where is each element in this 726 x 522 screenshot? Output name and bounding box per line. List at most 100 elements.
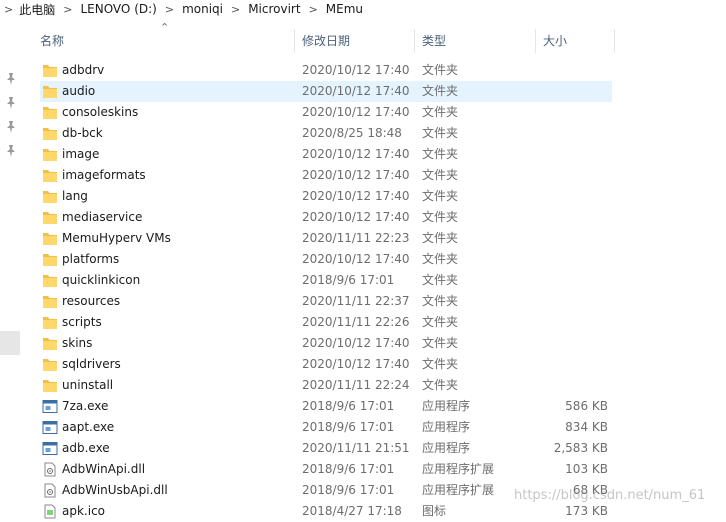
folder-icon <box>42 231 58 246</box>
folder-icon <box>42 147 58 162</box>
file-row[interactable]: adbdrv 2020/10/12 17:40 文件夹 <box>40 60 612 81</box>
pin-icon[interactable] <box>5 72 17 86</box>
file-name: imageformats <box>62 168 146 182</box>
file-size <box>488 291 608 312</box>
column-header-name[interactable]: 名称 <box>32 29 302 53</box>
file-name: adbdrv <box>62 63 105 77</box>
file-name: apk.ico <box>62 504 106 518</box>
file-row[interactable]: skins 2020/10/12 17:40 文件夹 <box>40 333 612 354</box>
column-divider[interactable] <box>614 29 615 53</box>
breadcrumb-separator[interactable]: > <box>157 3 182 16</box>
breadcrumb-segment-moniqi[interactable]: moniqi <box>182 2 223 16</box>
file-modified-date: 2020/10/12 17:40 <box>302 84 410 98</box>
file-row[interactable]: apk.ico 2018/4/27 17:18 图标 173 KB <box>40 501 612 522</box>
column-header-date[interactable]: 修改日期 <box>294 29 414 53</box>
file-row[interactable]: AdbWinApi.dll 2018/9/6 17:01 应用程序扩展 103 KB <box>40 459 612 480</box>
file-modified-date: 2018/9/6 17:01 <box>302 462 395 476</box>
file-size <box>488 333 608 354</box>
file-type: 文件夹 <box>422 357 459 371</box>
column-header-size[interactable]: 大小 <box>535 29 615 53</box>
file-type: 应用程序扩展 <box>422 462 495 476</box>
file-name: adb.exe <box>62 441 110 455</box>
file-modified-date: 2018/4/27 17:18 <box>302 504 402 518</box>
file-modified-date: 2020/11/11 22:24 <box>302 378 410 392</box>
file-type: 文件夹 <box>422 294 459 308</box>
file-type: 图标 <box>422 504 447 518</box>
chevron-right-icon[interactable]: > <box>0 3 19 16</box>
column-header-type[interactable]: 类型 <box>414 29 534 53</box>
file-name: audio <box>62 84 96 98</box>
folder-icon <box>42 210 58 225</box>
file-size <box>488 144 608 165</box>
file-type: 文件夹 <box>422 147 459 161</box>
navigation-pane <box>0 18 20 515</box>
file-size <box>488 228 608 249</box>
file-name: AdbWinUsbApi.dll <box>62 483 168 497</box>
dll-icon <box>42 483 58 498</box>
file-name: MemuHyperv VMs <box>62 231 171 245</box>
file-row[interactable]: imageformats 2020/10/12 17:40 文件夹 <box>40 165 612 186</box>
file-type: 文件夹 <box>422 84 459 98</box>
file-name: quicklinkicon <box>62 273 141 287</box>
file-row[interactable]: 7za.exe 2018/9/6 17:01 应用程序 586 KB <box>40 396 612 417</box>
file-name: sqldrivers <box>62 357 121 371</box>
file-modified-date: 2018/9/6 17:01 <box>302 399 395 413</box>
file-row[interactable]: uninstall 2020/11/11 22:24 文件夹 <box>40 375 612 396</box>
column-header-row: 名称 修改日期 类型 大小 <box>22 29 726 53</box>
file-name: db-bck <box>62 126 103 140</box>
file-modified-date: 2020/10/12 17:40 <box>302 210 410 224</box>
file-row[interactable]: aapt.exe 2018/9/6 17:01 应用程序 834 KB <box>40 417 612 438</box>
file-type: 文件夹 <box>422 126 459 140</box>
breadcrumb-segment-this-pc[interactable]: 此电脑 <box>19 1 55 18</box>
folder-icon <box>42 105 58 120</box>
breadcrumb-segment-drive[interactable]: LENOVO (D:) <box>80 2 156 16</box>
navigation-scrollbar-thumb[interactable] <box>0 331 20 355</box>
breadcrumb-segment-memu[interactable]: MEmu <box>326 2 363 16</box>
breadcrumb-separator[interactable]: > <box>223 3 248 16</box>
file-name: resources <box>62 294 121 308</box>
folder-icon <box>42 357 58 372</box>
file-name: aapt.exe <box>62 420 115 434</box>
file-row[interactable]: scripts 2020/11/11 22:26 文件夹 <box>40 312 612 333</box>
file-name: mediaservice <box>62 210 143 224</box>
file-size: 586 KB <box>565 399 608 413</box>
file-modified-date: 2020/11/11 22:26 <box>302 315 410 329</box>
application-icon <box>42 441 58 456</box>
file-row[interactable]: resources 2020/11/11 22:37 文件夹 <box>40 291 612 312</box>
file-size <box>488 186 608 207</box>
file-size <box>488 375 608 396</box>
breadcrumb-separator[interactable]: > <box>301 3 326 16</box>
breadcrumb-separator[interactable]: > <box>55 3 80 16</box>
file-size <box>488 354 608 375</box>
pin-icon[interactable] <box>5 144 17 158</box>
file-row[interactable]: platforms 2020/10/12 17:40 文件夹 <box>40 249 612 270</box>
file-row[interactable]: image 2020/10/12 17:40 文件夹 <box>40 144 612 165</box>
file-row[interactable]: lang 2020/10/12 17:40 文件夹 <box>40 186 612 207</box>
file-type: 文件夹 <box>422 189 459 203</box>
pin-icon[interactable] <box>5 96 17 110</box>
file-row[interactable]: MemuHyperv VMs 2020/11/11 22:23 文件夹 <box>40 228 612 249</box>
pin-icon[interactable] <box>5 120 17 134</box>
file-row[interactable]: db-bck 2020/8/25 18:48 文件夹 <box>40 123 612 144</box>
file-name: image <box>62 147 100 161</box>
file-name: scripts <box>62 315 102 329</box>
file-row[interactable]: quicklinkicon 2018/9/6 17:01 文件夹 <box>40 270 612 291</box>
file-size <box>488 81 608 102</box>
file-row[interactable]: sqldrivers 2020/10/12 17:40 文件夹 <box>40 354 612 375</box>
file-size <box>488 312 608 333</box>
breadcrumb-segment-microvirt[interactable]: Microvirt <box>248 2 300 16</box>
file-type: 文件夹 <box>422 168 459 182</box>
file-row[interactable]: mediaservice 2020/10/12 17:40 文件夹 <box>40 207 612 228</box>
file-row[interactable]: adb.exe 2020/11/11 21:51 应用程序 2,583 KB <box>40 438 612 459</box>
file-size <box>488 249 608 270</box>
file-size <box>488 102 608 123</box>
file-modified-date: 2020/10/12 17:40 <box>302 147 410 161</box>
folder-icon <box>42 336 58 351</box>
file-row[interactable]: audio 2020/10/12 17:40 文件夹 <box>40 81 612 102</box>
file-name: AdbWinApi.dll <box>62 462 146 476</box>
file-type: 应用程序 <box>422 399 471 413</box>
file-row[interactable]: consoleskins 2020/10/12 17:40 文件夹 <box>40 102 612 123</box>
file-modified-date: 2020/8/25 18:48 <box>302 126 402 140</box>
file-modified-date: 2020/11/11 22:23 <box>302 231 410 245</box>
file-name: skins <box>62 336 93 350</box>
